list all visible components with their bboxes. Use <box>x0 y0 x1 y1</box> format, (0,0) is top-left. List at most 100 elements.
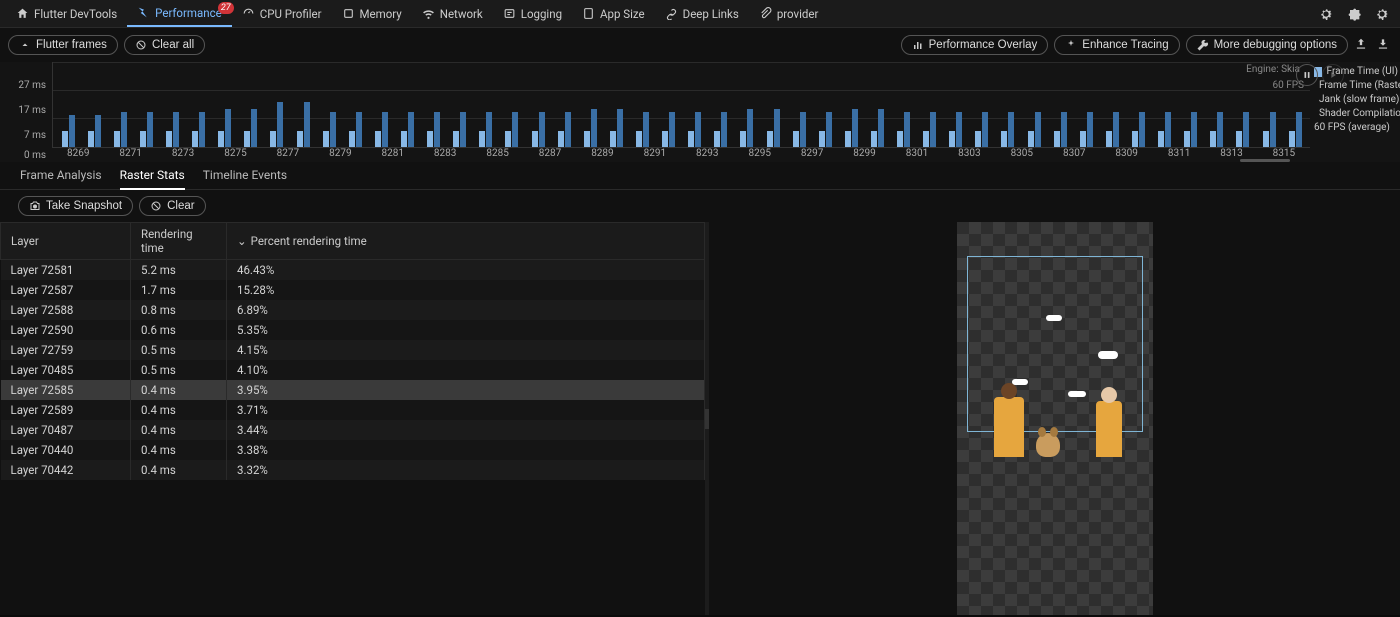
frame-bar[interactable] <box>734 109 760 147</box>
take-snapshot-button[interactable]: Take Snapshot <box>18 196 133 216</box>
frame-bar[interactable] <box>760 109 786 147</box>
frame-bar[interactable] <box>1152 112 1178 147</box>
frame-bar[interactable] <box>525 112 551 147</box>
upload-icon[interactable] <box>1354 37 1370 54</box>
tab-frame-analysis[interactable]: Frame Analysis <box>20 162 102 190</box>
more-debugging-button[interactable]: More debugging options <box>1186 35 1348 55</box>
frame-bar[interactable] <box>838 109 864 147</box>
play-button[interactable] <box>1322 64 1344 86</box>
frame-bar[interactable] <box>1099 112 1125 147</box>
home-tab[interactable]: Flutter DevTools <box>6 0 127 27</box>
frame-bar[interactable] <box>421 112 447 147</box>
frame-bar[interactable] <box>394 112 420 147</box>
table-row[interactable]: Layer 725815.2 ms46.43% <box>1 260 705 281</box>
table-row[interactable]: Layer 725890.4 ms3.71% <box>1 400 705 420</box>
tab-label: Performance <box>155 6 222 20</box>
frame-bar[interactable] <box>943 112 969 147</box>
enhance-tracing-button[interactable]: Enhance Tracing <box>1054 35 1179 55</box>
table-row[interactable]: Layer 704420.4 ms3.32% <box>1 460 705 480</box>
table-row[interactable]: Layer 725850.4 ms3.95% <box>1 380 705 400</box>
tab-label: Deep Links <box>683 7 739 21</box>
frame-bar[interactable] <box>316 112 342 147</box>
frame-bar[interactable] <box>1047 112 1073 147</box>
col-rendering-time[interactable]: Rendering time <box>131 223 227 260</box>
table-row[interactable]: Layer 725880.8 ms6.89% <box>1 300 705 320</box>
tab-network[interactable]: Network <box>412 0 493 27</box>
frame-bar[interactable] <box>264 102 290 147</box>
frame-bar[interactable] <box>551 112 577 147</box>
clear-button[interactable]: Clear <box>139 196 205 216</box>
frame-bar[interactable] <box>1282 112 1308 147</box>
frame-bar[interactable] <box>812 112 838 147</box>
tab-app-size[interactable]: App Size <box>572 0 655 27</box>
tab-deep-links[interactable]: Deep Links <box>655 0 749 27</box>
download-icon[interactable] <box>1376 37 1392 54</box>
frame-bar[interactable] <box>577 109 603 147</box>
tab-cpu-profiler[interactable]: CPU Profiler <box>232 0 332 27</box>
frame-bar[interactable] <box>708 112 734 147</box>
col-layer[interactable]: Layer <box>1 223 131 260</box>
frame-bar[interactable] <box>133 112 159 147</box>
frame-bar[interactable] <box>290 102 316 147</box>
frame-bar[interactable] <box>107 112 133 147</box>
pause-button[interactable] <box>1296 64 1318 86</box>
chart-plot[interactable]: 60 FPS <box>52 62 1310 148</box>
col-percent-rendering-time[interactable]: ⌄Percent rendering time <box>227 223 705 260</box>
frame-bar[interactable] <box>969 112 995 147</box>
table-row[interactable]: Layer 727590.5 ms4.15% <box>1 340 705 360</box>
frame-bar[interactable] <box>864 109 890 147</box>
frame-bar[interactable] <box>368 112 394 147</box>
frame-bar[interactable] <box>473 112 499 147</box>
gear-icon-2[interactable] <box>1374 6 1390 22</box>
cell-layer: Layer 72590 <box>1 320 131 340</box>
frame-bar[interactable] <box>786 112 812 147</box>
frame-bar[interactable] <box>499 112 525 147</box>
cell-layer: Layer 72585 <box>1 380 131 400</box>
frame-bar[interactable] <box>212 109 238 147</box>
table-row[interactable]: Layer 725871.7 ms15.28% <box>1 280 705 300</box>
tab-performance[interactable]: Performance 27 <box>127 0 232 27</box>
frame-bar[interactable] <box>1230 112 1256 147</box>
table-row[interactable]: Layer 725900.6 ms5.35% <box>1 320 705 340</box>
gear-icon[interactable] <box>1318 6 1334 22</box>
frame-bar[interactable] <box>342 112 368 147</box>
tab-raster-stats[interactable]: Raster Stats <box>120 162 185 190</box>
frame-bar[interactable] <box>447 112 473 147</box>
frame-bar[interactable] <box>159 112 185 147</box>
frame-bar[interactable] <box>603 109 629 147</box>
frame-bar[interactable] <box>238 109 264 147</box>
frame-bar[interactable] <box>1073 112 1099 147</box>
panel-splitter[interactable] <box>705 222 709 615</box>
table-row[interactable]: Layer 704400.4 ms3.38% <box>1 440 705 460</box>
frame-bar[interactable] <box>1178 112 1204 147</box>
frame-bar[interactable] <box>1125 112 1151 147</box>
frame-bar[interactable] <box>656 112 682 147</box>
home-label: Flutter DevTools <box>34 7 117 21</box>
frame-bar[interactable] <box>917 112 943 147</box>
frame-bar[interactable] <box>682 112 708 147</box>
frame-bar[interactable] <box>1021 112 1047 147</box>
frame-bar[interactable] <box>629 112 655 147</box>
x-tick: 8275 <box>209 148 261 162</box>
performance-overlay-button[interactable]: Performance Overlay <box>901 35 1049 55</box>
frame-bar[interactable] <box>995 112 1021 147</box>
cell-time: 0.4 ms <box>131 460 227 480</box>
flutter-frames-button[interactable]: Flutter frames <box>8 35 118 55</box>
table-row[interactable]: Layer 704870.4 ms3.44% <box>1 420 705 440</box>
table-row[interactable]: Layer 704850.5 ms4.10% <box>1 360 705 380</box>
clear-all-button[interactable]: Clear all <box>124 35 205 55</box>
tab-memory[interactable]: Memory <box>332 0 412 27</box>
cell-layer: Layer 70440 <box>1 440 131 460</box>
chart-scrollbar[interactable] <box>1240 159 1290 162</box>
frame-bar[interactable] <box>1204 112 1230 147</box>
cell-time: 0.4 ms <box>131 440 227 460</box>
frame-bar[interactable] <box>55 115 81 147</box>
frame-bar[interactable] <box>1256 112 1282 147</box>
frame-bar[interactable] <box>186 112 212 147</box>
frame-bar[interactable] <box>891 112 917 147</box>
tab-logging[interactable]: Logging <box>493 0 572 27</box>
frame-bar[interactable] <box>81 115 107 147</box>
tab-timeline-events[interactable]: Timeline Events <box>203 162 287 190</box>
extension-icon[interactable] <box>1346 6 1362 22</box>
tab-provider[interactable]: provider <box>749 0 829 27</box>
